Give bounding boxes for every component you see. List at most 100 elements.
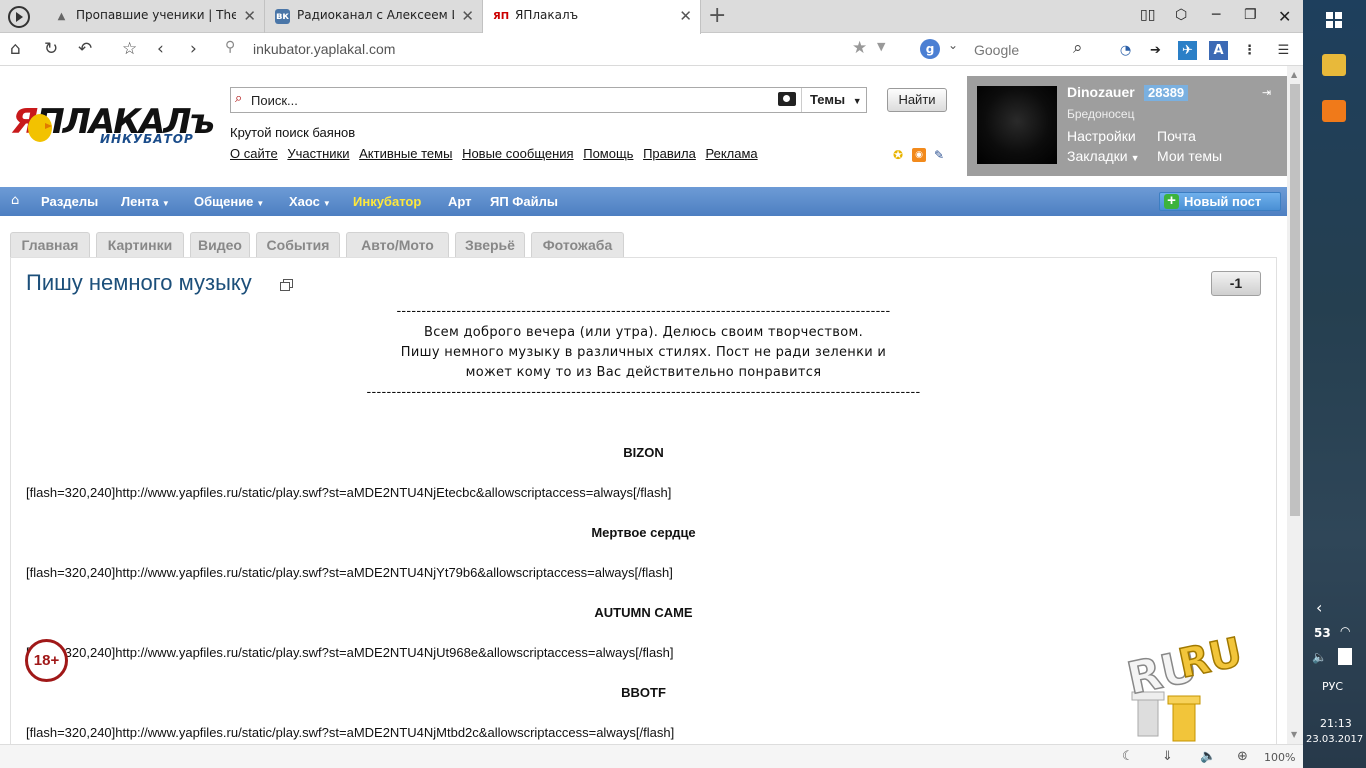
post-title[interactable]: Пишу немного музыку <box>26 270 252 296</box>
tab-events[interactable]: События <box>256 232 340 257</box>
zoom-icon[interactable]: ⊕ <box>1237 749 1248 764</box>
close-window-icon[interactable]: ✕ <box>1278 7 1291 26</box>
camera-icon[interactable] <box>778 92 796 106</box>
nav-art[interactable]: Арт <box>448 194 472 209</box>
favorites-star-icon[interactable]: ✪ <box>891 148 905 162</box>
search-engine-icon[interactable]: g <box>920 39 940 59</box>
add-bookmark-icon[interactable]: ★ <box>852 38 867 58</box>
my-topics-link[interactable]: Мои темы <box>1157 148 1222 164</box>
turbo-icon[interactable]: ⇓ <box>1162 749 1173 764</box>
forward-icon[interactable]: › <box>190 39 197 59</box>
nav-files[interactable]: ЯП Файлы <box>490 194 558 209</box>
link-new-messages[interactable]: Новые сообщения <box>462 146 574 161</box>
settings-link[interactable]: Настройки <box>1067 128 1136 144</box>
nav-feed[interactable]: Лента ▼ <box>121 194 170 209</box>
speeddial-icon[interactable]: ◔ <box>1116 41 1135 60</box>
battery-level[interactable]: 53 <box>1314 626 1331 640</box>
extensions-icon[interactable]: ⬡ <box>1175 7 1187 23</box>
scroll-thumb[interactable] <box>1290 84 1300 516</box>
chevron-down-icon[interactable]: ⌄ <box>948 38 958 52</box>
volume-icon[interactable]: 🔈 <box>1312 650 1327 664</box>
nav-chaos[interactable]: Хаос ▼ <box>289 194 331 209</box>
scroll-up-icon[interactable]: ▲ <box>1291 70 1297 79</box>
link-help[interactable]: Помощь <box>583 146 633 161</box>
tab-main[interactable]: Главная <box>10 232 90 257</box>
new-post-button[interactable]: + Новый пост <box>1159 192 1281 211</box>
link-members[interactable]: Участники <box>287 146 349 161</box>
translate-icon[interactable]: ✈ <box>1178 41 1197 60</box>
age-18-badge[interactable]: 18+ <box>25 639 68 682</box>
site-logo[interactable]: ЯПЛАКАЛъ ИНКУБАТОР <box>12 102 215 150</box>
page-scrollbar[interactable]: ▲ ▼ <box>1287 66 1303 744</box>
bookmark-star-icon[interactable]: ☆ <box>122 39 137 59</box>
uc-browser-icon[interactable] <box>1322 100 1346 122</box>
tab-pictures[interactable]: Картинки <box>96 232 184 257</box>
tab-video[interactable]: Видео <box>190 232 250 257</box>
search-scope-select[interactable]: Темы ▼ <box>801 88 867 112</box>
more-vertical-icon[interactable]: ⋮ <box>1240 41 1259 60</box>
scroll-down-icon[interactable]: ▼ <box>1291 730 1297 739</box>
undo-icon[interactable]: ↶ <box>78 39 92 59</box>
open-new-window-icon[interactable] <box>280 279 293 291</box>
site-info-icon[interactable]: ⚲ <box>225 39 235 55</box>
logout-icon[interactable]: ⇥ <box>1262 86 1271 99</box>
clock-date[interactable]: 23.03.2017 <box>1306 734 1363 745</box>
reputation-badge[interactable]: 28389 <box>1144 85 1189 101</box>
tab-1[interactable]: ▲ Пропавшие ученики | The Eld ✕ <box>44 0 265 33</box>
nav-incubator[interactable]: Инкубатор <box>353 194 421 209</box>
bookmarks-link[interactable]: Закладки ▼ <box>1067 148 1140 164</box>
close-tab-icon[interactable]: ✕ <box>679 7 692 25</box>
ru-award-icon[interactable]: RU RU <box>1118 626 1250 744</box>
address-bar[interactable]: ⚲ inkubator.yaplakal.com ★ ▼ <box>225 38 900 62</box>
rss-icon[interactable]: ◉ <box>912 148 926 162</box>
night-mode-icon[interactable]: ☾ <box>1122 749 1134 764</box>
input-language[interactable]: РУС <box>1322 680 1343 693</box>
search-icon[interactable]: ⌕ <box>1073 38 1083 58</box>
minimize-icon[interactable]: ─ <box>1212 7 1220 23</box>
send-icon[interactable]: ➔ <box>1146 41 1165 60</box>
home-icon[interactable]: ⌂ <box>11 193 19 208</box>
tab-auto[interactable]: Авто/Мото <box>346 232 449 257</box>
file-explorer-icon[interactable] <box>1322 54 1346 76</box>
nav-social[interactable]: Общение ▼ <box>194 194 264 209</box>
back-icon[interactable]: ‹ <box>157 39 164 59</box>
browser-search-input[interactable]: Google <box>974 42 1019 58</box>
vote-counter[interactable]: -1 <box>1211 271 1261 296</box>
wifi-icon[interactable]: ◠ <box>1340 624 1350 638</box>
divider-line: ----------------------------------------… <box>366 385 921 400</box>
new-tab-icon[interactable]: + <box>708 3 726 28</box>
link-active-topics[interactable]: Активные темы <box>359 146 452 161</box>
zoom-level[interactable]: 100% <box>1264 751 1295 764</box>
chevron-left-icon[interactable]: ‹ <box>1316 598 1322 617</box>
tab-3-active[interactable]: ЯП ЯПлакалъ ✕ <box>483 0 701 34</box>
font-extension-icon[interactable]: A <box>1209 41 1228 60</box>
clock-time[interactable]: 21:13 <box>1320 717 1352 730</box>
url-text[interactable]: inkubator.yaplakal.com <box>253 41 395 57</box>
site-search-input[interactable] <box>251 90 771 110</box>
hamburger-menu-icon[interactable]: ☰ <box>1274 41 1293 60</box>
tab-tiling-icon[interactable]: ▯▯ <box>1140 7 1155 23</box>
tab-animals[interactable]: Зверьё <box>455 232 525 257</box>
close-tab-icon[interactable]: ✕ <box>243 7 256 25</box>
url-dropdown-icon[interactable]: ▼ <box>877 40 885 53</box>
notification-icon[interactable] <box>1338 648 1352 665</box>
edit-pencil-icon[interactable]: ✎ <box>932 148 946 162</box>
tab-photoshop[interactable]: Фотожаба <box>531 232 624 257</box>
windows-start-icon[interactable] <box>1326 12 1342 28</box>
search-button[interactable]: Найти <box>887 88 947 112</box>
track-embed-code: [flash=320,240]http://www.yapfiles.ru/st… <box>26 485 672 500</box>
home-icon[interactable]: ⌂ <box>10 39 21 59</box>
restore-icon[interactable]: ❐ <box>1244 7 1257 23</box>
browser-menu-icon[interactable] <box>8 6 30 28</box>
nav-sections[interactable]: Разделы <box>41 194 98 209</box>
speaker-icon[interactable]: 🔈 <box>1200 749 1216 764</box>
username[interactable]: Dinozauer <box>1067 84 1135 100</box>
reload-icon[interactable]: ↻ <box>44 39 58 59</box>
link-rules[interactable]: Правила <box>643 146 696 161</box>
avatar[interactable] <box>977 86 1057 164</box>
link-ads[interactable]: Реклама <box>705 146 757 161</box>
close-tab-icon[interactable]: ✕ <box>461 7 474 25</box>
link-about[interactable]: О сайте <box>230 146 278 161</box>
mail-link[interactable]: Почта <box>1157 128 1196 144</box>
tab-2[interactable]: вк Радиоканал с Алексеем Игон ✕ <box>265 0 483 33</box>
